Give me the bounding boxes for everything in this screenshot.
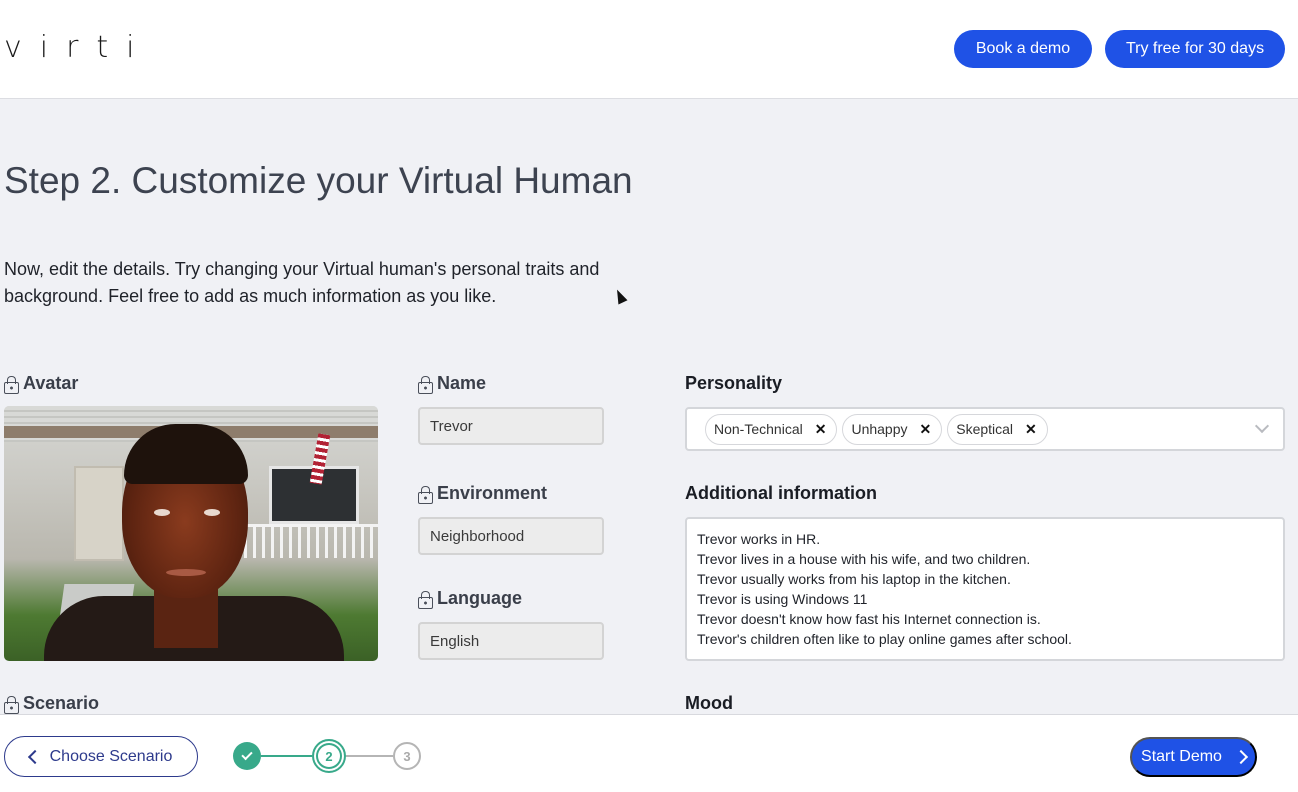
chevron-left-icon: [27, 749, 42, 764]
step-1-complete: [233, 742, 261, 770]
lock-icon: [418, 590, 433, 609]
page-title: Step 2. Customize your Virtual Human: [4, 160, 633, 201]
lock-icon: [418, 485, 433, 504]
personality-label: Personality: [685, 373, 783, 393]
language-field[interactable]: English: [418, 622, 604, 660]
remove-tag-icon[interactable]: ✕: [920, 421, 932, 438]
avatar-label: Avatar: [4, 373, 78, 394]
remove-tag-icon[interactable]: ✕: [1025, 421, 1037, 438]
step-2-current: 2: [312, 739, 346, 773]
lock-icon: [4, 695, 19, 714]
language-label: Language: [418, 588, 522, 609]
personality-multiselect[interactable]: Non-Technical ✕ Unhappy ✕ Skeptical ✕: [685, 407, 1285, 451]
lock-icon: [4, 375, 19, 394]
step-3-pending: 3: [393, 742, 421, 770]
check-icon: [241, 748, 253, 761]
top-header: virti Book a demo Try free for 30 days: [0, 0, 1298, 99]
scenario-label: Scenario: [4, 693, 99, 714]
lock-icon: [418, 375, 433, 394]
stepper-line: [346, 755, 393, 757]
try-free-button[interactable]: Try free for 30 days: [1105, 30, 1285, 68]
environment-field[interactable]: Neighborhood: [418, 517, 604, 555]
personality-tag[interactable]: Unhappy ✕: [842, 413, 943, 445]
start-demo-button[interactable]: Start Demo: [1130, 737, 1257, 777]
virti-logo[interactable]: virti: [4, 30, 153, 65]
chevron-right-icon: [1233, 749, 1249, 765]
environment-label: Environment: [418, 483, 547, 504]
chevron-down-icon[interactable]: [1254, 418, 1270, 434]
name-field[interactable]: Trevor: [418, 407, 604, 445]
progress-stepper: 2 3: [233, 739, 423, 773]
mood-label: Mood: [685, 693, 733, 713]
additional-info-textarea[interactable]: Trevor works in HR. Trevor lives in a ho…: [685, 517, 1285, 661]
name-label: Name: [418, 373, 486, 394]
remove-tag-icon[interactable]: ✕: [815, 421, 827, 438]
choose-scenario-button[interactable]: Choose Scenario: [4, 736, 198, 777]
intro-text: Now, edit the details. Try changing your…: [4, 259, 600, 306]
avatar-preview-image[interactable]: [4, 406, 378, 661]
personality-tag[interactable]: Skeptical ✕: [947, 413, 1048, 445]
footer-bar: Choose Scenario 2 3 Start Demo: [0, 714, 1298, 792]
book-demo-button[interactable]: Book a demo: [954, 30, 1092, 68]
stepper-line: [261, 755, 312, 757]
additional-info-label: Additional information: [685, 483, 877, 503]
personality-tag[interactable]: Non-Technical ✕: [705, 413, 838, 445]
